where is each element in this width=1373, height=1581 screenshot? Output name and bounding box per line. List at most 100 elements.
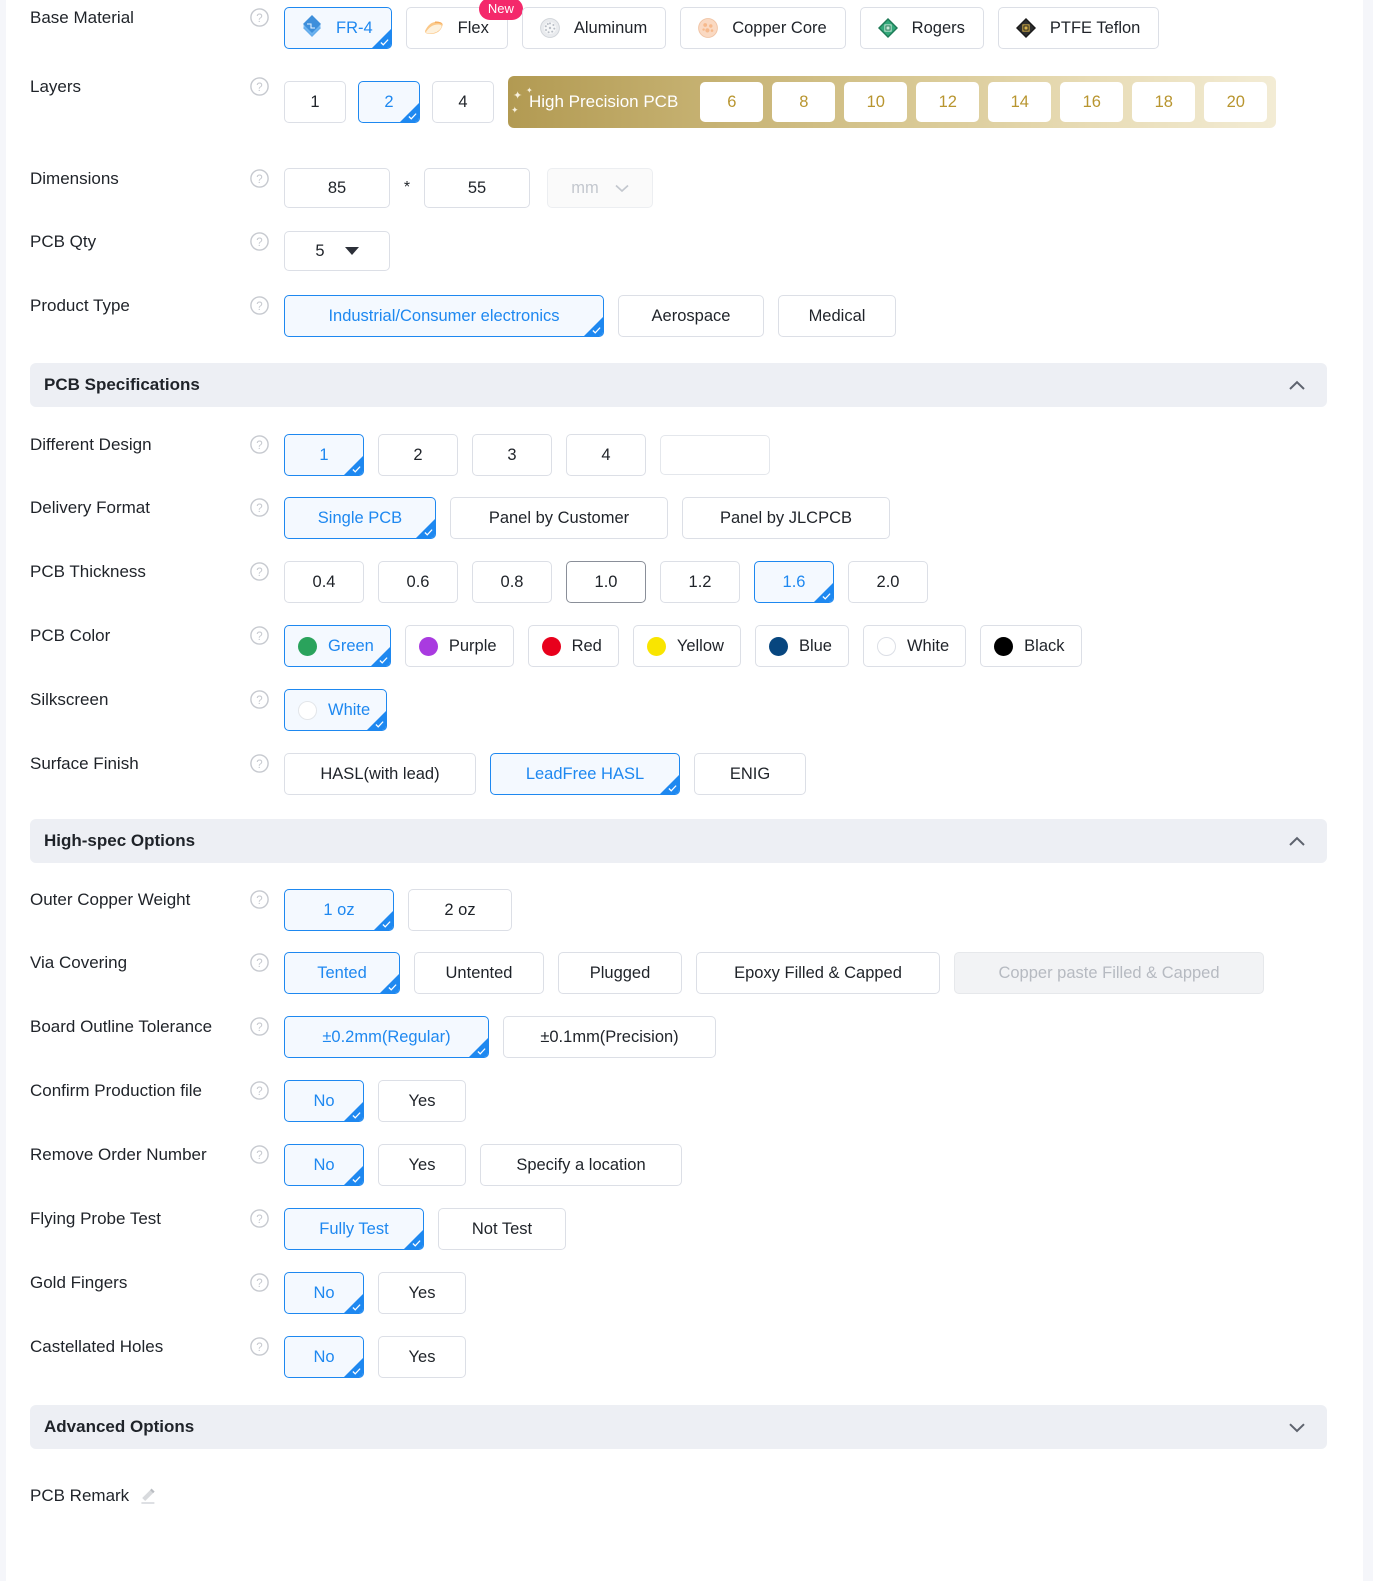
option-flying-probe-test-fully-test[interactable]: Fully Test xyxy=(284,1208,424,1250)
option-label: 1.0 xyxy=(594,572,618,591)
option-surface-finish-hasl-with-lead[interactable]: HASL(with lead) xyxy=(284,753,476,795)
dimension-width-input[interactable] xyxy=(284,168,390,208)
option-confirm-production-file-yes[interactable]: Yes xyxy=(378,1080,466,1122)
option-castellated-holes-yes[interactable]: Yes xyxy=(378,1336,466,1378)
option-product-type-industrial[interactable]: Industrial/Consumer electronics xyxy=(284,295,604,337)
help-icon-pcb-qty[interactable]: ? xyxy=(250,231,284,251)
option-layers-8[interactable]: 8 xyxy=(772,82,836,122)
help-icon-delivery-format[interactable]: ? xyxy=(250,497,284,517)
check-icon xyxy=(424,529,433,536)
option-different-design-2[interactable]: 2 xyxy=(378,434,458,476)
option-pcb-color-purple[interactable]: Purple xyxy=(404,625,514,667)
option-via-covering-epoxy-filled-capped[interactable]: Epoxy Filled & Capped xyxy=(696,952,940,994)
option-different-design-1[interactable]: 1 xyxy=(284,434,364,476)
option-product-type-aerospace[interactable]: Aerospace xyxy=(618,295,764,337)
option-delivery-format-single-pcb[interactable]: Single PCB xyxy=(284,497,436,539)
chevron-up-icon[interactable] xyxy=(1288,836,1306,847)
option-board-outline-tolerance-precision[interactable]: ±0.1mm(Precision) xyxy=(503,1016,716,1058)
option-delivery-format-panel-by-jlcpcb[interactable]: Panel by JLCPCB xyxy=(682,497,890,539)
option-base-material-flex[interactable]: Flex New xyxy=(405,0,523,49)
option-surface-finish-enig[interactable]: ENIG xyxy=(694,753,806,795)
pencil-icon[interactable] xyxy=(138,1486,158,1506)
option-confirm-production-file-no[interactable]: No xyxy=(284,1080,364,1122)
option-pcb-thickness-1-0[interactable]: 1.0 xyxy=(566,561,646,603)
option-layers-20[interactable]: 20 xyxy=(1204,82,1268,122)
help-icon-silkscreen[interactable]: ? xyxy=(250,689,284,709)
option-pcb-thickness-0-8[interactable]: 0.8 xyxy=(472,561,552,603)
option-base-material-rogers[interactable]: Rogers xyxy=(859,7,984,49)
option-castellated-holes-no[interactable]: No xyxy=(284,1336,364,1378)
help-icon-confirm-production-file[interactable]: ? xyxy=(250,1080,284,1100)
option-pcb-color-green[interactable]: Green xyxy=(284,625,391,667)
option-delivery-format-panel-by-customer[interactable]: Panel by Customer xyxy=(450,497,668,539)
option-different-design-3[interactable]: 3 xyxy=(472,434,552,476)
option-flying-probe-test-not-test[interactable]: Not Test xyxy=(438,1208,566,1250)
option-layers-4[interactable]: 4 xyxy=(432,81,494,123)
option-base-material-copper-core[interactable]: Copper Core xyxy=(680,7,846,49)
help-icon-remove-order-number[interactable]: ? xyxy=(250,1144,284,1164)
option-pcb-color-blue[interactable]: Blue xyxy=(754,625,849,667)
help-icon-castellated-holes[interactable]: ? xyxy=(250,1336,284,1356)
section-header-high-spec-options[interactable]: High-spec Options xyxy=(30,819,1327,863)
option-remove-order-number-yes[interactable]: Yes xyxy=(378,1144,466,1186)
help-icon-different-design[interactable]: ? xyxy=(250,434,284,454)
option-layers-6[interactable]: 6 xyxy=(700,82,764,122)
pcb-qty-select[interactable]: 5 xyxy=(284,231,390,271)
option-silkscreen-white[interactable]: White xyxy=(284,689,388,731)
help-icon-layers[interactable]: ? xyxy=(250,76,284,96)
option-base-material-ptfe-teflon[interactable]: PTFE Teflon xyxy=(997,7,1160,49)
option-pcb-thickness-1-2[interactable]: 1.2 xyxy=(660,561,740,603)
option-pcb-thickness-2-0[interactable]: 2.0 xyxy=(848,561,928,603)
option-layers-1[interactable]: 1 xyxy=(284,81,346,123)
help-icon-gold-fingers[interactable]: ? xyxy=(250,1272,284,1292)
option-outer-copper-weight-1oz[interactable]: 1 oz xyxy=(284,889,394,931)
section-header-pcb-specifications[interactable]: PCB Specifications xyxy=(30,363,1327,407)
option-pcb-thickness-1-6[interactable]: 1.6 xyxy=(754,561,834,603)
option-board-outline-tolerance-regular[interactable]: ±0.2mm(Regular) xyxy=(284,1016,489,1058)
option-layers-12[interactable]: 12 xyxy=(916,82,980,122)
help-icon-surface-finish[interactable]: ? xyxy=(250,753,284,773)
help-icon-flying-probe-test[interactable]: ? xyxy=(250,1208,284,1228)
option-layers-18[interactable]: 18 xyxy=(1132,82,1196,122)
help-icon-pcb-thickness[interactable]: ? xyxy=(250,561,284,581)
option-surface-finish-leadfree-hasl[interactable]: LeadFree HASL xyxy=(490,753,680,795)
option-pcb-color-white[interactable]: White xyxy=(862,625,967,667)
option-layers-10[interactable]: 10 xyxy=(844,82,908,122)
option-pcb-color-red[interactable]: Red xyxy=(527,625,619,667)
help-icon-via-covering[interactable]: ? xyxy=(250,952,284,972)
option-base-material-aluminum[interactable]: Aluminum xyxy=(521,7,667,49)
different-design-custom-input[interactable] xyxy=(660,435,770,475)
help-icon-dimensions[interactable]: ? xyxy=(250,168,284,188)
section-header-advanced-options[interactable]: Advanced Options xyxy=(30,1405,1327,1449)
option-via-covering-untented[interactable]: Untented xyxy=(414,952,544,994)
dimension-height-input[interactable] xyxy=(424,168,530,208)
help-icon-base-material[interactable]: ? xyxy=(250,7,284,27)
option-different-design-4[interactable]: 4 xyxy=(566,434,646,476)
option-gold-fingers-no[interactable]: No xyxy=(284,1272,364,1314)
option-layers-16[interactable]: 16 xyxy=(1060,82,1124,122)
option-remove-order-number-no[interactable]: No xyxy=(284,1144,364,1186)
chevron-down-icon[interactable] xyxy=(1288,1422,1306,1433)
option-pcb-color-yellow[interactable]: Yellow xyxy=(632,625,741,667)
color-swatch-black xyxy=(994,636,1014,656)
pcb-remark-label: PCB Remark xyxy=(30,1486,130,1505)
help-icon-pcb-color[interactable]: ? xyxy=(250,625,284,645)
option-base-material-fr4[interactable]: FR-4 xyxy=(284,7,392,49)
chevron-up-icon[interactable] xyxy=(1288,380,1306,391)
option-gold-fingers-yes[interactable]: Yes xyxy=(378,1272,466,1314)
option-layers-14[interactable]: 14 xyxy=(988,82,1052,122)
help-icon-product-type[interactable]: ? xyxy=(250,295,284,315)
option-pcb-color-black[interactable]: Black xyxy=(980,625,1082,667)
option-pcb-thickness-0-6[interactable]: 0.6 xyxy=(378,561,458,603)
help-icon-outer-copper-weight[interactable]: ? xyxy=(250,889,284,909)
option-via-covering-plugged[interactable]: Plugged xyxy=(558,952,682,994)
option-pcb-thickness-0-4[interactable]: 0.4 xyxy=(284,561,364,603)
option-layers-2[interactable]: 2 xyxy=(358,81,420,123)
flex-icon xyxy=(424,21,443,34)
help-icon-board-outline-tolerance[interactable]: ? xyxy=(250,1016,284,1036)
section-title: PCB Specifications xyxy=(44,375,200,394)
option-via-covering-tented[interactable]: Tented xyxy=(284,952,400,994)
option-product-type-medical[interactable]: Medical xyxy=(778,295,896,337)
option-remove-order-number-specify-location[interactable]: Specify a location xyxy=(480,1144,682,1186)
option-outer-copper-weight-2oz[interactable]: 2 oz xyxy=(408,889,512,931)
